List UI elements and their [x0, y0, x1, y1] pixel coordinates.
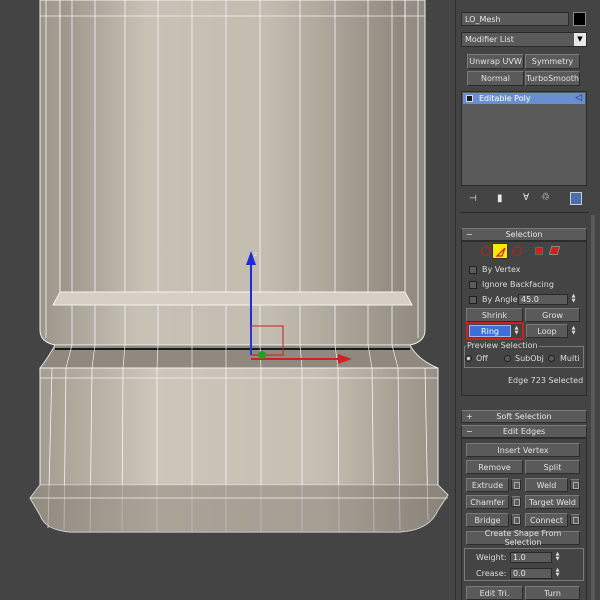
preview-off-label: Off: [476, 354, 488, 363]
by-vertex-label: By Vertex: [482, 265, 521, 274]
edit-edges-title: Edit Edges: [502, 427, 546, 436]
collapse-icon: −: [466, 230, 473, 239]
pin-icon: ◁: [575, 93, 582, 103]
collapse-icon: −: [466, 427, 473, 436]
preview-subobj-radio[interactable]: [504, 355, 511, 362]
border-mode-icon[interactable]: [512, 246, 522, 256]
remove-modifier-icon[interactable]: ♲: [541, 192, 550, 203]
mesh-render: [29, 0, 449, 533]
grow-button[interactable]: Grow: [525, 308, 580, 322]
target-weld-button[interactable]: Target Weld: [525, 495, 580, 509]
selection-status: Edge 723 Selected: [508, 376, 584, 385]
ring-spinner-arrows[interactable]: ▲ ▼: [513, 326, 520, 337]
crease-spinner-arrows[interactable]: ▲ ▼: [554, 568, 561, 579]
weight-label: Weight:: [476, 553, 507, 562]
weld-button[interactable]: Weld: [525, 478, 568, 492]
by-angle-spinner-arrows[interactable]: ▲ ▼: [570, 294, 577, 305]
weight-spinner[interactable]: 1.0: [510, 552, 552, 563]
polygon-mode-icon[interactable]: [535, 247, 543, 255]
soft-selection-title: Soft Selection: [496, 412, 552, 421]
selection-rollout-header[interactable]: − Selection: [461, 228, 587, 241]
create-shape-button[interactable]: Create Shape From Selection: [466, 529, 580, 547]
modifier-stack: Editable Poly ◁: [461, 91, 587, 186]
preview-multi-label: Multi: [560, 354, 580, 363]
extrude-button[interactable]: Extrude: [466, 478, 509, 492]
weight-spinner-arrows[interactable]: ▲ ▼: [554, 552, 561, 563]
shrink-button[interactable]: Shrink: [466, 308, 523, 322]
connect-button[interactable]: Connect: [525, 513, 568, 527]
selection-title: Selection: [505, 230, 543, 239]
stack-toolbar: ⊣ ▮ ∀ ♲: [461, 192, 591, 208]
loop-spinner-arrows[interactable]: ▲ ▼: [570, 326, 577, 337]
chevron-down-icon: ▼: [574, 33, 586, 46]
edge-glyph: [495, 247, 506, 257]
chamfer-button[interactable]: Chamfer: [466, 495, 509, 509]
preview-selection-title: Preview Selection: [466, 341, 539, 350]
split-button[interactable]: Split: [525, 460, 580, 474]
object-name-field[interactable]: LO_Mesh: [461, 12, 569, 26]
preview-multi-radio[interactable]: [548, 355, 555, 362]
svg-text:z: z: [254, 251, 257, 258]
remove-button[interactable]: Remove: [466, 460, 523, 474]
crease-spinner[interactable]: 0.0: [510, 568, 552, 579]
soft-selection-rollout-header[interactable]: + Soft Selection: [461, 410, 587, 423]
pin-stack-icon[interactable]: ⊣: [469, 194, 477, 204]
edit-edges-rollout-header[interactable]: − Edit Edges: [461, 425, 587, 438]
expand-icon[interactable]: [466, 95, 473, 102]
preview-subobj-label: SubObj: [515, 354, 544, 363]
show-end-result-icon[interactable]: ▮: [497, 193, 503, 204]
move-gizmo[interactable]: z: [240, 245, 360, 370]
ring-button[interactable]: Ring: [469, 325, 511, 337]
by-vertex-checkbox[interactable]: [469, 266, 477, 274]
by-angle-spinner[interactable]: 45.0: [518, 294, 568, 305]
modifier-list-dropdown[interactable]: Modifier List ▼: [461, 32, 587, 47]
by-angle-label: By Angle:: [482, 295, 521, 304]
ignore-backfacing-checkbox[interactable]: [469, 281, 477, 289]
turbosmooth-button[interactable]: TurboSmooth: [525, 71, 580, 86]
edge-mode-icon[interactable]: [492, 243, 508, 259]
preview-off-radio[interactable]: [465, 355, 472, 362]
by-angle-checkbox[interactable]: [469, 296, 477, 304]
expand-icon: +: [466, 412, 473, 421]
divider: [460, 212, 589, 213]
connect-settings-icon[interactable]: [570, 514, 580, 525]
command-panel: LO_Mesh Modifier List ▼ Unwrap UVW Symme…: [455, 0, 600, 600]
object-color-swatch[interactable]: [573, 12, 586, 26]
normal-button[interactable]: Normal: [467, 71, 524, 86]
stack-item-editable-poly[interactable]: Editable Poly ◁: [463, 93, 585, 104]
edit-tri-button[interactable]: Edit Tri.: [466, 586, 523, 600]
turn-button[interactable]: Turn: [525, 586, 580, 600]
panel-scrollbar[interactable]: [591, 215, 595, 600]
make-unique-icon[interactable]: ∀: [523, 193, 529, 203]
weld-settings-icon[interactable]: [570, 479, 580, 490]
bridge-button[interactable]: Bridge: [466, 513, 509, 527]
loop-button[interactable]: Loop: [526, 324, 568, 338]
vertex-mode-icon[interactable]: [481, 246, 491, 256]
modifier-list-label: Modifier List: [465, 35, 514, 44]
bridge-settings-icon[interactable]: [511, 514, 521, 525]
stack-item-label: Editable Poly: [479, 94, 531, 103]
symmetry-button[interactable]: Symmetry: [525, 54, 580, 69]
configure-sets-icon[interactable]: [570, 192, 582, 205]
chamfer-settings-icon[interactable]: [511, 496, 521, 507]
extrude-settings-icon[interactable]: [511, 479, 521, 490]
ignore-backfacing-label: Ignore Backfacing: [482, 280, 554, 289]
viewport[interactable]: z: [0, 0, 455, 600]
insert-vertex-button[interactable]: Insert Vertex: [466, 443, 580, 457]
crease-label: Crease:: [476, 569, 507, 578]
unwrap-uvw-button[interactable]: Unwrap UVW: [467, 54, 524, 69]
